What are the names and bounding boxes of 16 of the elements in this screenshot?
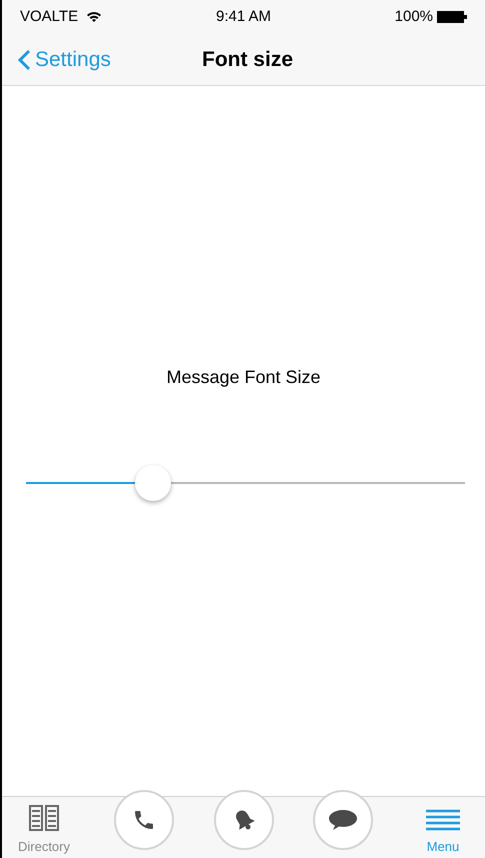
setting-label: Message Font Size — [166, 366, 321, 389]
tab-item[interactable]: Menu — [413, 808, 473, 858]
wifi-icon — [86, 11, 102, 23]
carrier-name: VOALTE — [20, 6, 78, 27]
book-icon — [29, 804, 59, 830]
battery-percentage: 100% — [394, 6, 434, 27]
chevron-left-icon — [18, 48, 31, 70]
menu-icon — [426, 808, 460, 830]
page-title: Font size — [202, 46, 294, 73]
back-button[interactable]: Settings — [2, 44, 111, 76]
slider-thumb[interactable] — [135, 465, 172, 501]
tab-item[interactable]: Directory — [14, 804, 74, 858]
speech-bubble-icon — [328, 808, 358, 832]
battery-icon — [437, 11, 468, 23]
clock-time: 9:41 AM — [216, 6, 272, 27]
font-size-slider[interactable] — [26, 463, 465, 503]
